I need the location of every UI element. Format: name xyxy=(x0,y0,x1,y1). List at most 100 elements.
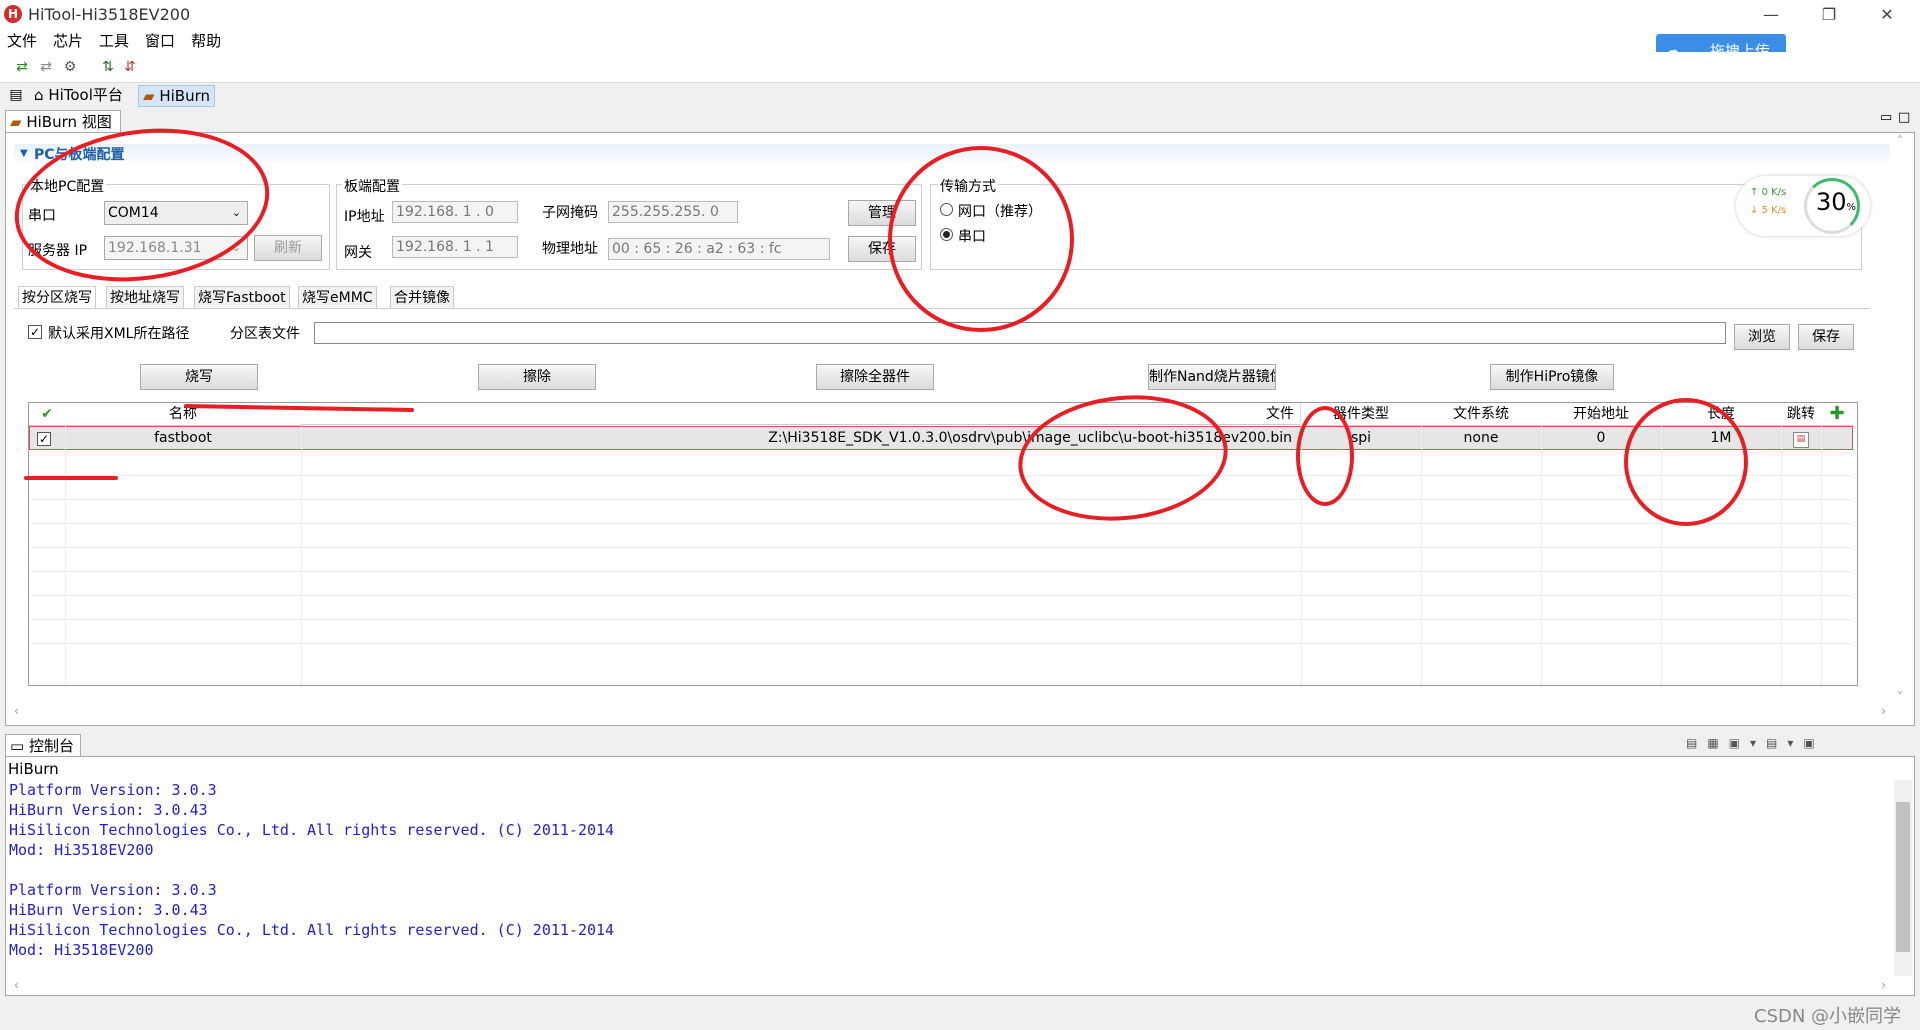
app-logo-icon: H xyxy=(4,5,22,23)
console-line: Platform Version: 3.0.3 xyxy=(9,781,217,799)
xml-path-checkbox[interactable]: ✓ xyxy=(28,325,42,339)
grid-line xyxy=(1781,426,1782,685)
close-button[interactable]: ✕ xyxy=(1864,2,1910,28)
mac-address-field[interactable]: 00 : 65 : 26 : a2 : 63 : fc xyxy=(608,238,830,260)
grid-line xyxy=(1821,426,1822,685)
tab-fastboot-burn[interactable]: 烧写Fastboot xyxy=(194,286,290,309)
add-row-icon[interactable]: ✚ xyxy=(1821,403,1853,426)
transfer-icon[interactable]: ⇅ xyxy=(100,59,116,75)
console-toolbar[interactable]: ▤▦▣▾▤▾▣ xyxy=(1686,736,1906,754)
grid-line xyxy=(29,619,1853,620)
row-filesystem[interactable]: none xyxy=(1421,427,1542,449)
maximize-button[interactable]: ❐ xyxy=(1806,2,1852,28)
main-toolbar: ⇄ ⇄ ⚙ ⇅ ⇵ xyxy=(0,52,1920,83)
jump-file-icon[interactable]: ▤ xyxy=(1793,432,1809,448)
menu-help[interactable]: 帮助 xyxy=(183,30,229,52)
connect-icon[interactable]: ⇄ xyxy=(14,59,30,75)
menu-tools[interactable]: 工具 xyxy=(91,30,137,52)
hiburn-view-label: HiBurn 视图 xyxy=(26,113,112,131)
home-icon: ⌂ xyxy=(34,86,44,104)
open-perspective-icon[interactable]: ▤ xyxy=(8,87,24,103)
grid-line xyxy=(29,643,1853,644)
perspective-hiburn[interactable]: ▰ HiBurn xyxy=(138,85,215,107)
console-line: Mod: Hi3518EV200 xyxy=(9,841,154,859)
partition-table: ✔ 名称 文件 器件类型 文件系统 开始地址 长度 跳转 ✚ ✓ fastboo… xyxy=(28,402,1858,686)
subnet-mask-field[interactable]: 255.255.255. 0 xyxy=(608,201,738,223)
subnet-mask-label: 子网掩码 xyxy=(542,205,598,221)
refresh-button[interactable]: 刷新 xyxy=(254,235,322,261)
header-jump: 跳转 xyxy=(1781,403,1822,426)
row-name: fastboot xyxy=(65,427,302,449)
console-line: HiSilicon Technologies Co., Ltd. All rig… xyxy=(9,921,615,939)
tab-emmc-burn[interactable]: 烧写eMMC xyxy=(298,286,377,309)
perspective-hiburn-label: HiBurn xyxy=(159,87,210,105)
mac-address-label: 物理地址 xyxy=(542,241,598,257)
window-title: HiTool-Hi3518EV200 xyxy=(28,5,191,24)
ip-address-field[interactable]: 192.168. 1 . 0 xyxy=(392,201,518,223)
row-checkbox[interactable]: ✓ xyxy=(37,432,51,446)
perspective-hitool[interactable]: ⌂ HiTool平台 xyxy=(30,85,127,105)
make-hipro-image-button[interactable]: 制作HiPro镜像 xyxy=(1490,364,1614,390)
console-line: Platform Version: 3.0.3 xyxy=(9,881,217,899)
console-title: HiBurn xyxy=(8,760,59,778)
options-save-button[interactable]: 保存 xyxy=(1798,324,1854,350)
console-output: Platform Version: 3.0.3 HiBurn Version: 3… xyxy=(9,780,1879,980)
grid-line xyxy=(29,595,1853,596)
watermark: CSDN @小嵌同学 xyxy=(1754,1006,1902,1027)
console-line: HiBurn Version: 3.0.43 xyxy=(9,901,208,919)
download-speed: ↓ 5 K/s xyxy=(1750,205,1787,216)
xml-path-label: 默认采用XML所在路径 xyxy=(48,326,190,342)
console-scroll-thumb[interactable] xyxy=(1896,802,1910,952)
console-tab-label: 控制台 xyxy=(28,737,74,755)
tab-partition-burn[interactable]: 按分区烧写 xyxy=(18,286,96,309)
browse-button[interactable]: 浏览 xyxy=(1734,324,1790,350)
minimize-button[interactable]: — xyxy=(1748,2,1794,28)
console-tab[interactable]: ▭ 控制台 xyxy=(5,734,81,757)
console-icon: ▭ xyxy=(10,737,25,755)
perspective-hitool-label: HiTool平台 xyxy=(48,86,123,104)
burn-button[interactable]: 烧写 xyxy=(140,364,258,390)
ip-address-label: IP地址 xyxy=(344,209,385,225)
tab-address-burn[interactable]: 按地址烧写 xyxy=(106,286,184,309)
view-minimize-button[interactable]: ▭ xyxy=(1880,110,1892,125)
settings-icon[interactable]: ⚙ xyxy=(62,59,78,75)
menu-file[interactable]: 文件 xyxy=(0,30,45,52)
board-config-group-label: 板端配置 xyxy=(342,176,402,196)
grid-line xyxy=(29,523,1853,524)
grid-line xyxy=(1541,426,1542,685)
make-nand-image-button[interactable]: 制作Nand烧片器镜像 xyxy=(1148,364,1276,390)
status-bar xyxy=(0,1000,1920,1030)
network-speed-widget: ↑ 0 K/s ↓ 5 K/s 30% xyxy=(1736,176,1870,236)
grid-line xyxy=(29,571,1853,572)
menu-window[interactable]: 窗口 xyxy=(137,30,183,52)
title-bar: H HiTool-Hi3518EV200 — ❐ ✕ xyxy=(0,0,1920,30)
menu-chip[interactable]: 芯片 xyxy=(45,30,91,52)
menu-bar: 文件 芯片 工具 窗口 帮助 xyxy=(0,30,1920,52)
collapse-icon[interactable]: ▼ xyxy=(20,148,28,159)
gateway-field[interactable]: 192.168. 1 . 1 xyxy=(392,236,518,258)
grid-line xyxy=(29,475,1853,476)
select-all-icon[interactable]: ✔ xyxy=(29,403,66,426)
annotation-underline xyxy=(24,476,118,480)
view-horizontal-scrollbar[interactable]: ‹ › xyxy=(10,704,1890,722)
hiburn-view-tab[interactable]: ▰ HiBurn 视图 xyxy=(5,110,121,133)
erase-button[interactable]: 擦除 xyxy=(478,364,596,390)
view-maximize-button[interactable]: □ xyxy=(1898,110,1910,125)
erase-all-button[interactable]: 擦除全器件 xyxy=(816,364,934,390)
burn-icon: ▰ xyxy=(143,87,155,105)
console-line: Mod: Hi3518EV200 xyxy=(9,941,154,959)
console-vertical-scrollbar[interactable] xyxy=(1894,780,1912,976)
grid-line xyxy=(1421,426,1422,685)
tab-merge-image[interactable]: 合并镜像 xyxy=(390,286,454,309)
partition-file-input[interactable] xyxy=(314,322,1726,344)
grid-line xyxy=(29,499,1853,500)
annotation-circle xyxy=(888,146,1074,332)
view-vertical-scrollbar[interactable]: ˄ ˅ xyxy=(1894,134,1910,704)
speed-percent: 30% xyxy=(1816,188,1857,216)
download-icon[interactable]: ⇵ xyxy=(122,59,138,75)
annotation-circle xyxy=(1624,398,1748,526)
grid-line xyxy=(29,547,1853,548)
disconnect-icon[interactable]: ⇄ xyxy=(38,59,54,75)
console-horizontal-scrollbar[interactable]: ‹ › xyxy=(10,978,1890,994)
